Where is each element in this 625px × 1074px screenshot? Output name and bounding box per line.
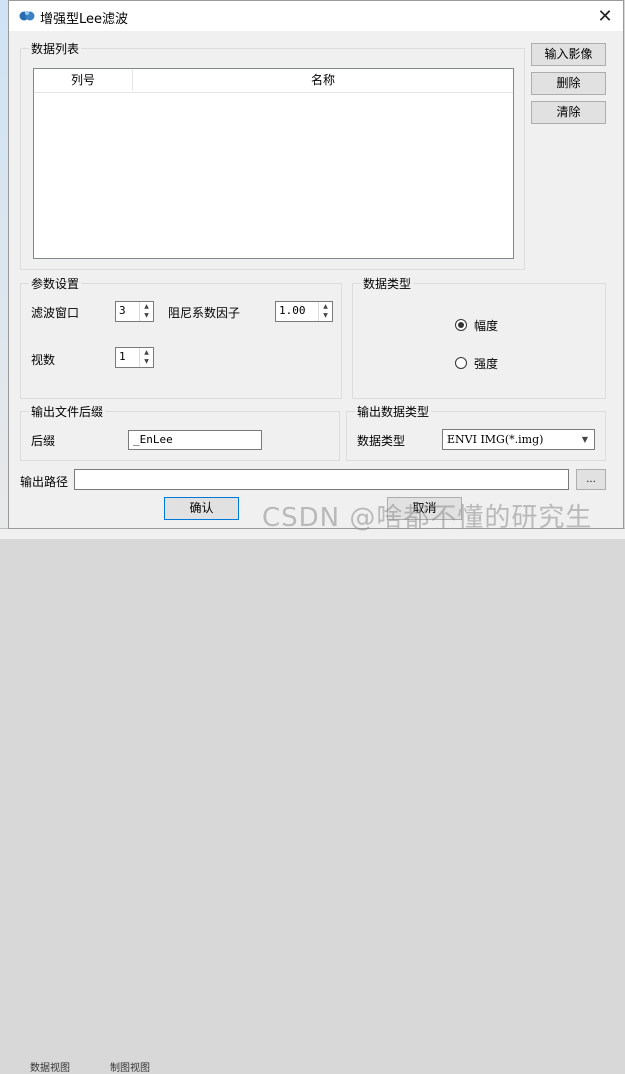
chevron-down-icon[interactable]: ▼ [582,435,588,444]
output-path-label: 输出路径 [20,475,69,489]
spinner-arrows-icon[interactable]: ▲ ▼ [318,302,332,321]
suffix-label: 后缀 [31,434,56,448]
background-tab-data-view[interactable]: 数据视图 [30,1059,70,1074]
app-icon [19,11,35,21]
amplitude-radio[interactable] [455,319,467,331]
window-title: 增强型Lee滤波 [40,12,129,27]
clear-button[interactable]: 清除 [531,101,606,124]
data-list-group-label: 数据列表 [29,40,82,57]
damping-factor-spinner[interactable]: 1.00 ▲ ▼ [275,301,333,322]
output-data-type-group-label: 输出数据类型 [355,403,432,420]
csdn-watermark: CSDN @啥都不懂的研究生 [262,503,593,533]
input-image-button[interactable]: 输入影像 [531,43,606,66]
filter-window-value: 3 [119,304,126,317]
background-tab-layout-view[interactable]: 制图视图 [110,1059,150,1074]
data-type-group-label: 数据类型 [361,275,414,292]
close-button[interactable]: ✕ [593,5,617,27]
parameter-settings-group-label: 参数设置 [29,275,82,292]
close-icon[interactable]: ✕ [597,6,612,27]
column-header-name[interactable]: 名称 [133,69,513,91]
output-data-type-label: 数据类型 [357,434,406,448]
output-path-input[interactable] [74,469,569,490]
filter-window-spinner[interactable]: 3 ▲ ▼ [115,301,154,322]
ok-button[interactable]: 确认 [164,497,239,520]
output-data-type-value: ENVI IMG(*.img) [447,433,544,446]
suffix-value: _EnLee [133,433,173,446]
data-type-group: 数据类型 [352,275,606,399]
damping-factor-label: 阻尼系数因子 [168,306,241,320]
suffix-input[interactable]: _EnLee [128,430,262,450]
looks-spinner[interactable]: 1 ▲ ▼ [115,347,154,368]
data-list-view[interactable]: 列号 名称 [33,68,514,259]
output-data-type-select[interactable]: ENVI IMG(*.img) ▼ [442,429,595,450]
intensity-radio[interactable] [455,357,467,369]
browse-button[interactable]: ... [576,469,606,490]
column-header-index[interactable]: 列号 [34,69,133,91]
amplitude-radio-label[interactable]: 幅度 [474,317,498,334]
filter-window-label: 滤波窗口 [31,306,80,320]
enhanced-lee-filter-dialog: 增强型Lee滤波 ✕ 数据列表 列号 名称 输入影像 删除 清除 参数设置 滤波… [8,0,624,529]
output-suffix-group-label: 输出文件后缀 [29,403,106,420]
delete-button[interactable]: 删除 [531,72,606,95]
looks-value: 1 [119,350,126,363]
title-bar[interactable]: 增强型Lee滤波 ✕ [9,1,623,31]
looks-label: 视数 [31,353,56,367]
spinner-arrows-icon[interactable]: ▲ ▼ [139,348,153,367]
damping-factor-value: 1.00 [279,304,306,317]
list-header: 列号 名称 [34,69,513,93]
intensity-radio-label[interactable]: 强度 [474,355,498,372]
spinner-arrows-icon[interactable]: ▲ ▼ [139,302,153,321]
